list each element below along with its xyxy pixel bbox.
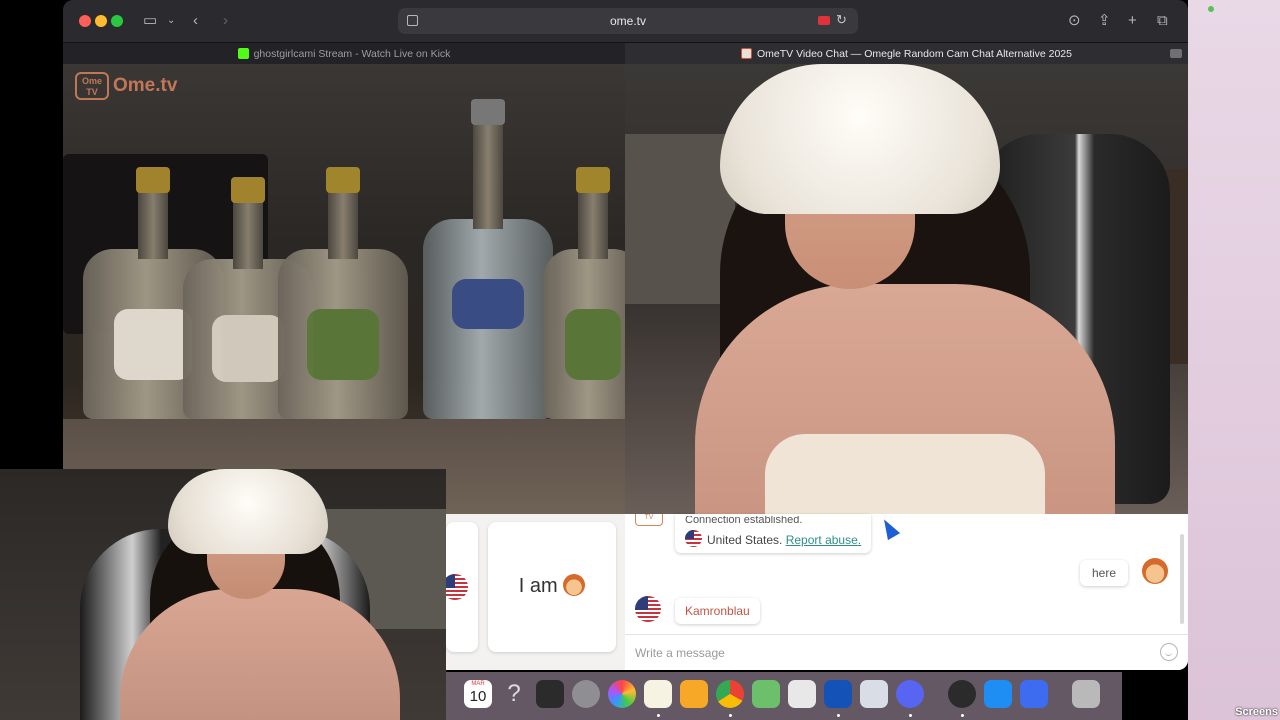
camera-in-use-icon[interactable] bbox=[818, 16, 830, 25]
tab-bar: ghostgirlcami Stream - Watch Live on Kic… bbox=[63, 42, 1188, 65]
address-bar[interactable]: ome.tv ↻ bbox=[398, 8, 858, 34]
tab-kick-stream[interactable]: ghostgirlcami Stream - Watch Live on Kic… bbox=[63, 43, 625, 65]
chevron-down-icon[interactable]: ⌄ bbox=[167, 11, 175, 31]
minimize-window-button[interactable] bbox=[95, 15, 107, 27]
sidebar-icon[interactable]: ▭ bbox=[143, 11, 157, 31]
pages-app-icon[interactable] bbox=[680, 680, 708, 708]
reload-icon[interactable]: ↻ bbox=[836, 12, 847, 28]
screenshot-app-icon[interactable] bbox=[860, 680, 888, 708]
camera-icon bbox=[1170, 49, 1182, 58]
ometv-avatar-icon: TV bbox=[635, 514, 663, 526]
address-url[interactable]: ome.tv bbox=[398, 14, 858, 28]
tab-overview-icon[interactable]: ⧉ bbox=[1157, 11, 1168, 31]
connection-status: Connection established. bbox=[685, 516, 803, 526]
partner-message: Kamronblau bbox=[675, 598, 760, 624]
desktop-wallpaper: Screens bbox=[1188, 0, 1280, 720]
bottle bbox=[423, 99, 553, 419]
tab-ometv[interactable]: OmeTV Video Chat — Omegle Random Cam Cha… bbox=[625, 43, 1188, 65]
dock: MAR 10 ? bbox=[446, 672, 1122, 720]
quick-reply-card[interactable] bbox=[442, 522, 478, 652]
obs-app-icon[interactable] bbox=[948, 680, 976, 708]
ometv-logo-icon: Ome TV bbox=[75, 72, 109, 100]
desktop: Screens ▭ ⌄ ‹ › ome.tv ↻ ⊙ ⇪ + ⧉ ghostgi… bbox=[0, 0, 1280, 720]
share-icon[interactable]: ⇪ bbox=[1098, 11, 1111, 31]
iphone-mirroring-app-icon[interactable] bbox=[788, 680, 816, 708]
running-indicator bbox=[729, 714, 732, 717]
calendar-app-icon[interactable]: MAR 10 bbox=[464, 680, 492, 708]
close-window-button[interactable] bbox=[79, 15, 91, 27]
chat-area: I am TV Connection established. United S… bbox=[442, 514, 1188, 670]
garageband-app-icon[interactable] bbox=[536, 680, 564, 708]
quick-reply-card[interactable]: I am bbox=[488, 522, 616, 652]
downloads-icon[interactable]: ⊙ bbox=[1068, 11, 1081, 31]
ometv-watermark: Ome TV Ome.tv bbox=[75, 72, 177, 100]
forward-icon[interactable]: › bbox=[223, 11, 228, 31]
running-indicator bbox=[837, 714, 840, 717]
running-indicator bbox=[657, 714, 660, 717]
notes-app-icon[interactable] bbox=[644, 680, 672, 708]
my-message: here bbox=[1079, 560, 1128, 586]
ometv-favicon-icon bbox=[741, 48, 753, 59]
my-avatar bbox=[1142, 558, 1168, 585]
person-emoji-icon bbox=[563, 574, 586, 596]
kick-favicon-icon bbox=[237, 48, 249, 59]
person-emoji-icon bbox=[1142, 558, 1168, 584]
santa-hat bbox=[720, 64, 1000, 214]
running-indicator bbox=[961, 714, 964, 717]
tab-label: ghostgirlcami Stream - Watch Live on Kic… bbox=[253, 48, 451, 60]
tab-label: OmeTV Video Chat — Omegle Random Cam Cha… bbox=[757, 48, 1072, 60]
partner-video: Ome TV Ome.tv bbox=[63, 64, 625, 514]
self-camera-overlay bbox=[0, 469, 446, 720]
person-top bbox=[765, 434, 1045, 514]
room-cabinet bbox=[625, 134, 735, 304]
stranger-video bbox=[625, 64, 1188, 514]
status-dot bbox=[1208, 6, 1214, 12]
back-icon[interactable]: ‹ bbox=[193, 11, 198, 31]
browser-toolbar: ▭ ⌄ ‹ › ome.tv ↻ ⊙ ⇪ + ⧉ bbox=[63, 0, 1188, 42]
us-flag-icon bbox=[635, 596, 661, 622]
us-flag-icon bbox=[685, 530, 702, 547]
maps-app-icon[interactable] bbox=[752, 680, 780, 708]
app-store-icon[interactable] bbox=[984, 680, 1012, 708]
chat-scrollbar[interactable] bbox=[1180, 534, 1184, 624]
discord-app-icon[interactable] bbox=[896, 680, 924, 708]
message-input[interactable] bbox=[635, 643, 1135, 663]
santa-hat bbox=[168, 469, 328, 554]
running-indicator bbox=[909, 714, 912, 717]
new-tab-icon[interactable]: + bbox=[1128, 11, 1137, 31]
help-icon[interactable]: ? bbox=[500, 680, 528, 708]
trash-icon[interactable] bbox=[1072, 680, 1100, 708]
report-abuse-link[interactable]: Report abuse. bbox=[786, 533, 861, 547]
chat-panel: TV Connection established. United States… bbox=[625, 514, 1188, 670]
quick-reply-text: I am bbox=[518, 575, 558, 597]
photos-app-icon[interactable] bbox=[608, 680, 636, 708]
bottle bbox=[543, 167, 625, 419]
partner-location: United States. bbox=[707, 533, 783, 547]
system-message: Connection established. United States. R… bbox=[675, 514, 872, 553]
zoom-window-button[interactable] bbox=[111, 15, 123, 27]
message-input-row bbox=[625, 634, 1188, 670]
partner-avatar bbox=[635, 596, 661, 627]
settings-app-icon[interactable] bbox=[572, 680, 600, 708]
ometv-logo-text: Ome.tv bbox=[113, 75, 178, 96]
webex-app-icon[interactable] bbox=[824, 680, 852, 708]
emoji-picker-icon[interactable] bbox=[1160, 643, 1178, 661]
screenshots-folder-label[interactable]: Screens bbox=[1235, 706, 1278, 718]
chrome-app-icon[interactable] bbox=[716, 680, 744, 708]
bottle bbox=[278, 167, 408, 419]
roblox-app-icon[interactable] bbox=[1020, 680, 1048, 708]
